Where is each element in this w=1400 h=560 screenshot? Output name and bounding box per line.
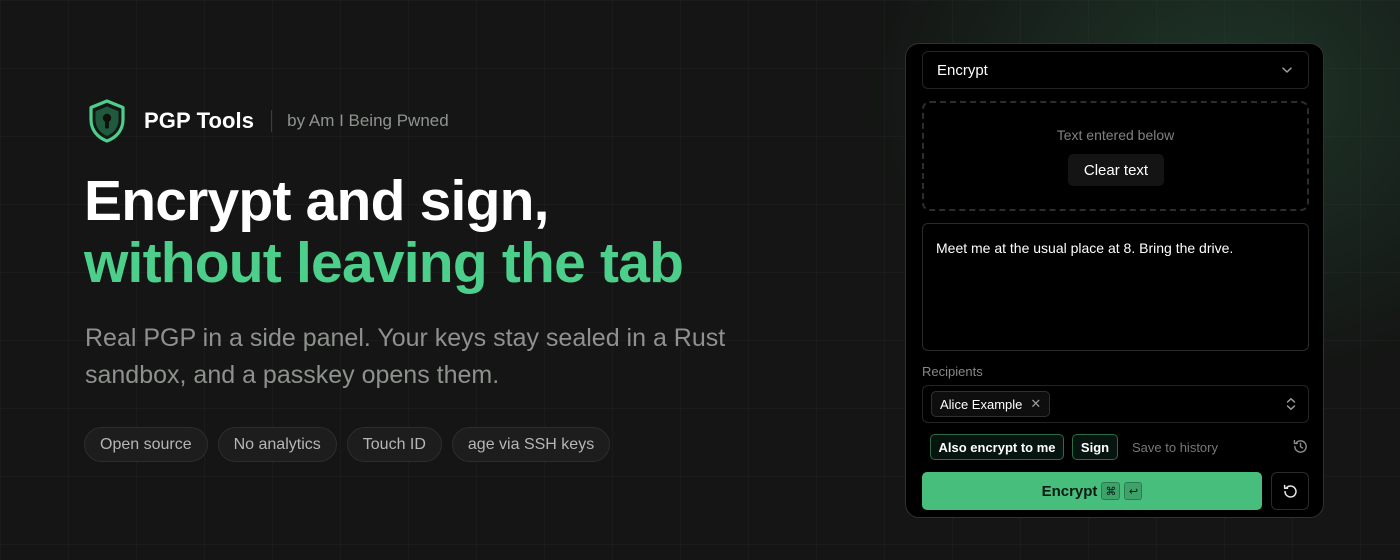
chevron-down-icon [1282,67,1292,73]
encrypt-button-label: Encrypt [1041,482,1098,500]
history-icon[interactable] [1292,438,1309,455]
encrypt-button[interactable]: Encrypt ⌘ ↩ [922,472,1262,510]
recipient-chip-name: Alice Example [940,396,1023,412]
encrypt-options: Also encrypt to me Sign Save to history [930,434,1309,460]
shield-keyhole-icon [89,99,125,143]
sign-toggle[interactable]: Sign [1072,434,1118,460]
hero-subtitle: Real PGP in a side panel. Your keys stay… [85,324,726,389]
recipients-select[interactable]: Alice Example ✕ [922,385,1309,423]
tag-open-source: Open source [84,427,208,462]
brand: PGP Tools by Am I Being Pwned [86,98,449,144]
remove-recipient-icon[interactable]: ✕ [1030,396,1041,412]
also-encrypt-to-me-toggle[interactable]: Also encrypt to me [930,434,1064,460]
mode-select[interactable]: Encrypt [922,51,1309,89]
dropzone-status: Text entered below [1056,127,1175,143]
recipients-label: Recipients [922,364,983,379]
hero-headline: Encrypt and sign, without leaving the ta… [84,169,684,295]
return-key-icon: ↩ [1124,482,1143,500]
headline-line-1: Encrypt and sign, [84,169,549,233]
brand-byline: by Am I Being Pwned [287,111,449,130]
message-textarea[interactable]: Meet me at the usual place at 8. Bring t… [922,223,1309,351]
save-to-history-toggle[interactable]: Save to history [1132,434,1230,460]
tag-age-ssh: age via SSH keys [451,427,611,462]
command-key-icon: ⌘ [1101,482,1121,500]
brand-name: PGP Tools [144,108,255,133]
brand-divider [271,110,273,132]
reset-button[interactable] [1271,472,1309,510]
pgp-side-panel: Encrypt Text entered below Clear text Me… [905,43,1324,518]
clear-text-button[interactable]: Clear text [1068,154,1164,186]
tag-touch-id: Touch ID [346,427,442,462]
file-dropzone[interactable]: Text entered below Clear text [922,101,1309,211]
feature-tags: Open source No analytics Touch ID age vi… [84,427,611,462]
mode-select-value: Encrypt [937,61,988,79]
rotate-ccw-icon [1283,484,1297,498]
headline-line-2: without leaving the tab [84,231,684,295]
chevrons-up-down-icon [1286,398,1296,410]
recipient-chip: Alice Example ✕ [931,391,1051,417]
tag-no-analytics: No analytics [217,427,337,462]
